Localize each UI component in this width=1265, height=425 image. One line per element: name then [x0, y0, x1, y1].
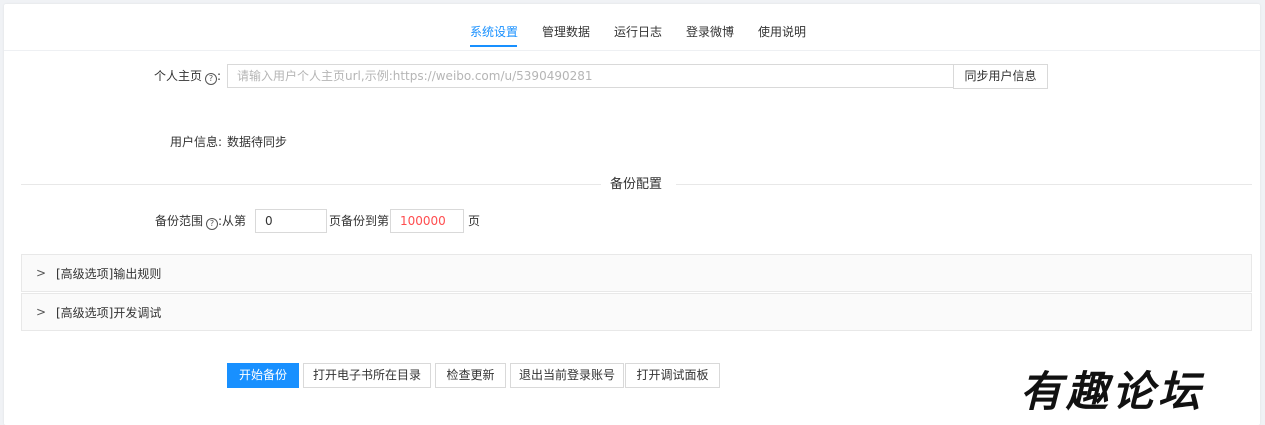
- end-text: 页: [468, 214, 481, 228]
- collapse-title: [高级选项]输出规则: [56, 267, 162, 281]
- divider-left: [21, 184, 601, 185]
- user-info-label: 用户信息:: [170, 135, 223, 149]
- profile-url-input[interactable]: [227, 64, 954, 88]
- tab-usage-guide[interactable]: 使用说明: [758, 24, 806, 40]
- open-ebook-dir-button[interactable]: 打开电子书所在目录: [303, 363, 431, 388]
- user-info-value: 数据待同步: [227, 135, 288, 149]
- profile-label: 个人主页: [154, 69, 203, 83]
- profile-label-wrap: 个人主页?:: [154, 69, 222, 85]
- to-page-input[interactable]: [390, 209, 464, 233]
- help-icon[interactable]: ?: [206, 218, 219, 230]
- tab-login-weibo[interactable]: 登录微博: [686, 24, 734, 40]
- open-debug-panel-button[interactable]: 打开调试面板: [625, 363, 720, 388]
- active-tab-indicator: [470, 45, 517, 47]
- from-text: :从第: [218, 214, 247, 228]
- help-icon[interactable]: ?: [205, 73, 218, 85]
- backup-range-label: 备份范围: [155, 214, 204, 228]
- collapse-title: [高级选项]开发调试: [56, 306, 162, 320]
- watermark-logo: 有趣论坛: [1020, 367, 1205, 416]
- tab-run-log[interactable]: 运行日志: [614, 24, 662, 40]
- collapse-output-rules[interactable]: > [高级选项]输出规则: [21, 254, 1252, 292]
- check-update-button[interactable]: 检查更新: [435, 363, 506, 388]
- tab-manage-data[interactable]: 管理数据: [542, 24, 590, 40]
- tab-system-settings[interactable]: 系统设置: [470, 24, 518, 40]
- backup-config-title: 备份配置: [610, 177, 663, 192]
- chevron-right-icon: >: [36, 266, 47, 280]
- from-page-input[interactable]: [255, 209, 327, 233]
- tab-bar: 系统设置 管理数据 运行日志 登录微博 使用说明: [4, 4, 1260, 51]
- backup-range-label-wrap: 备份范围?:从第: [155, 213, 246, 230]
- sync-user-info-button[interactable]: 同步用户信息: [953, 64, 1048, 89]
- start-backup-button[interactable]: 开始备份: [227, 363, 299, 388]
- chevron-right-icon: >: [36, 305, 47, 319]
- collapse-dev-debug[interactable]: > [高级选项]开发调试: [21, 293, 1252, 331]
- mid-text: 页备份到第: [329, 214, 390, 228]
- logout-button[interactable]: 退出当前登录账号: [510, 363, 624, 388]
- divider-right: [676, 184, 1252, 185]
